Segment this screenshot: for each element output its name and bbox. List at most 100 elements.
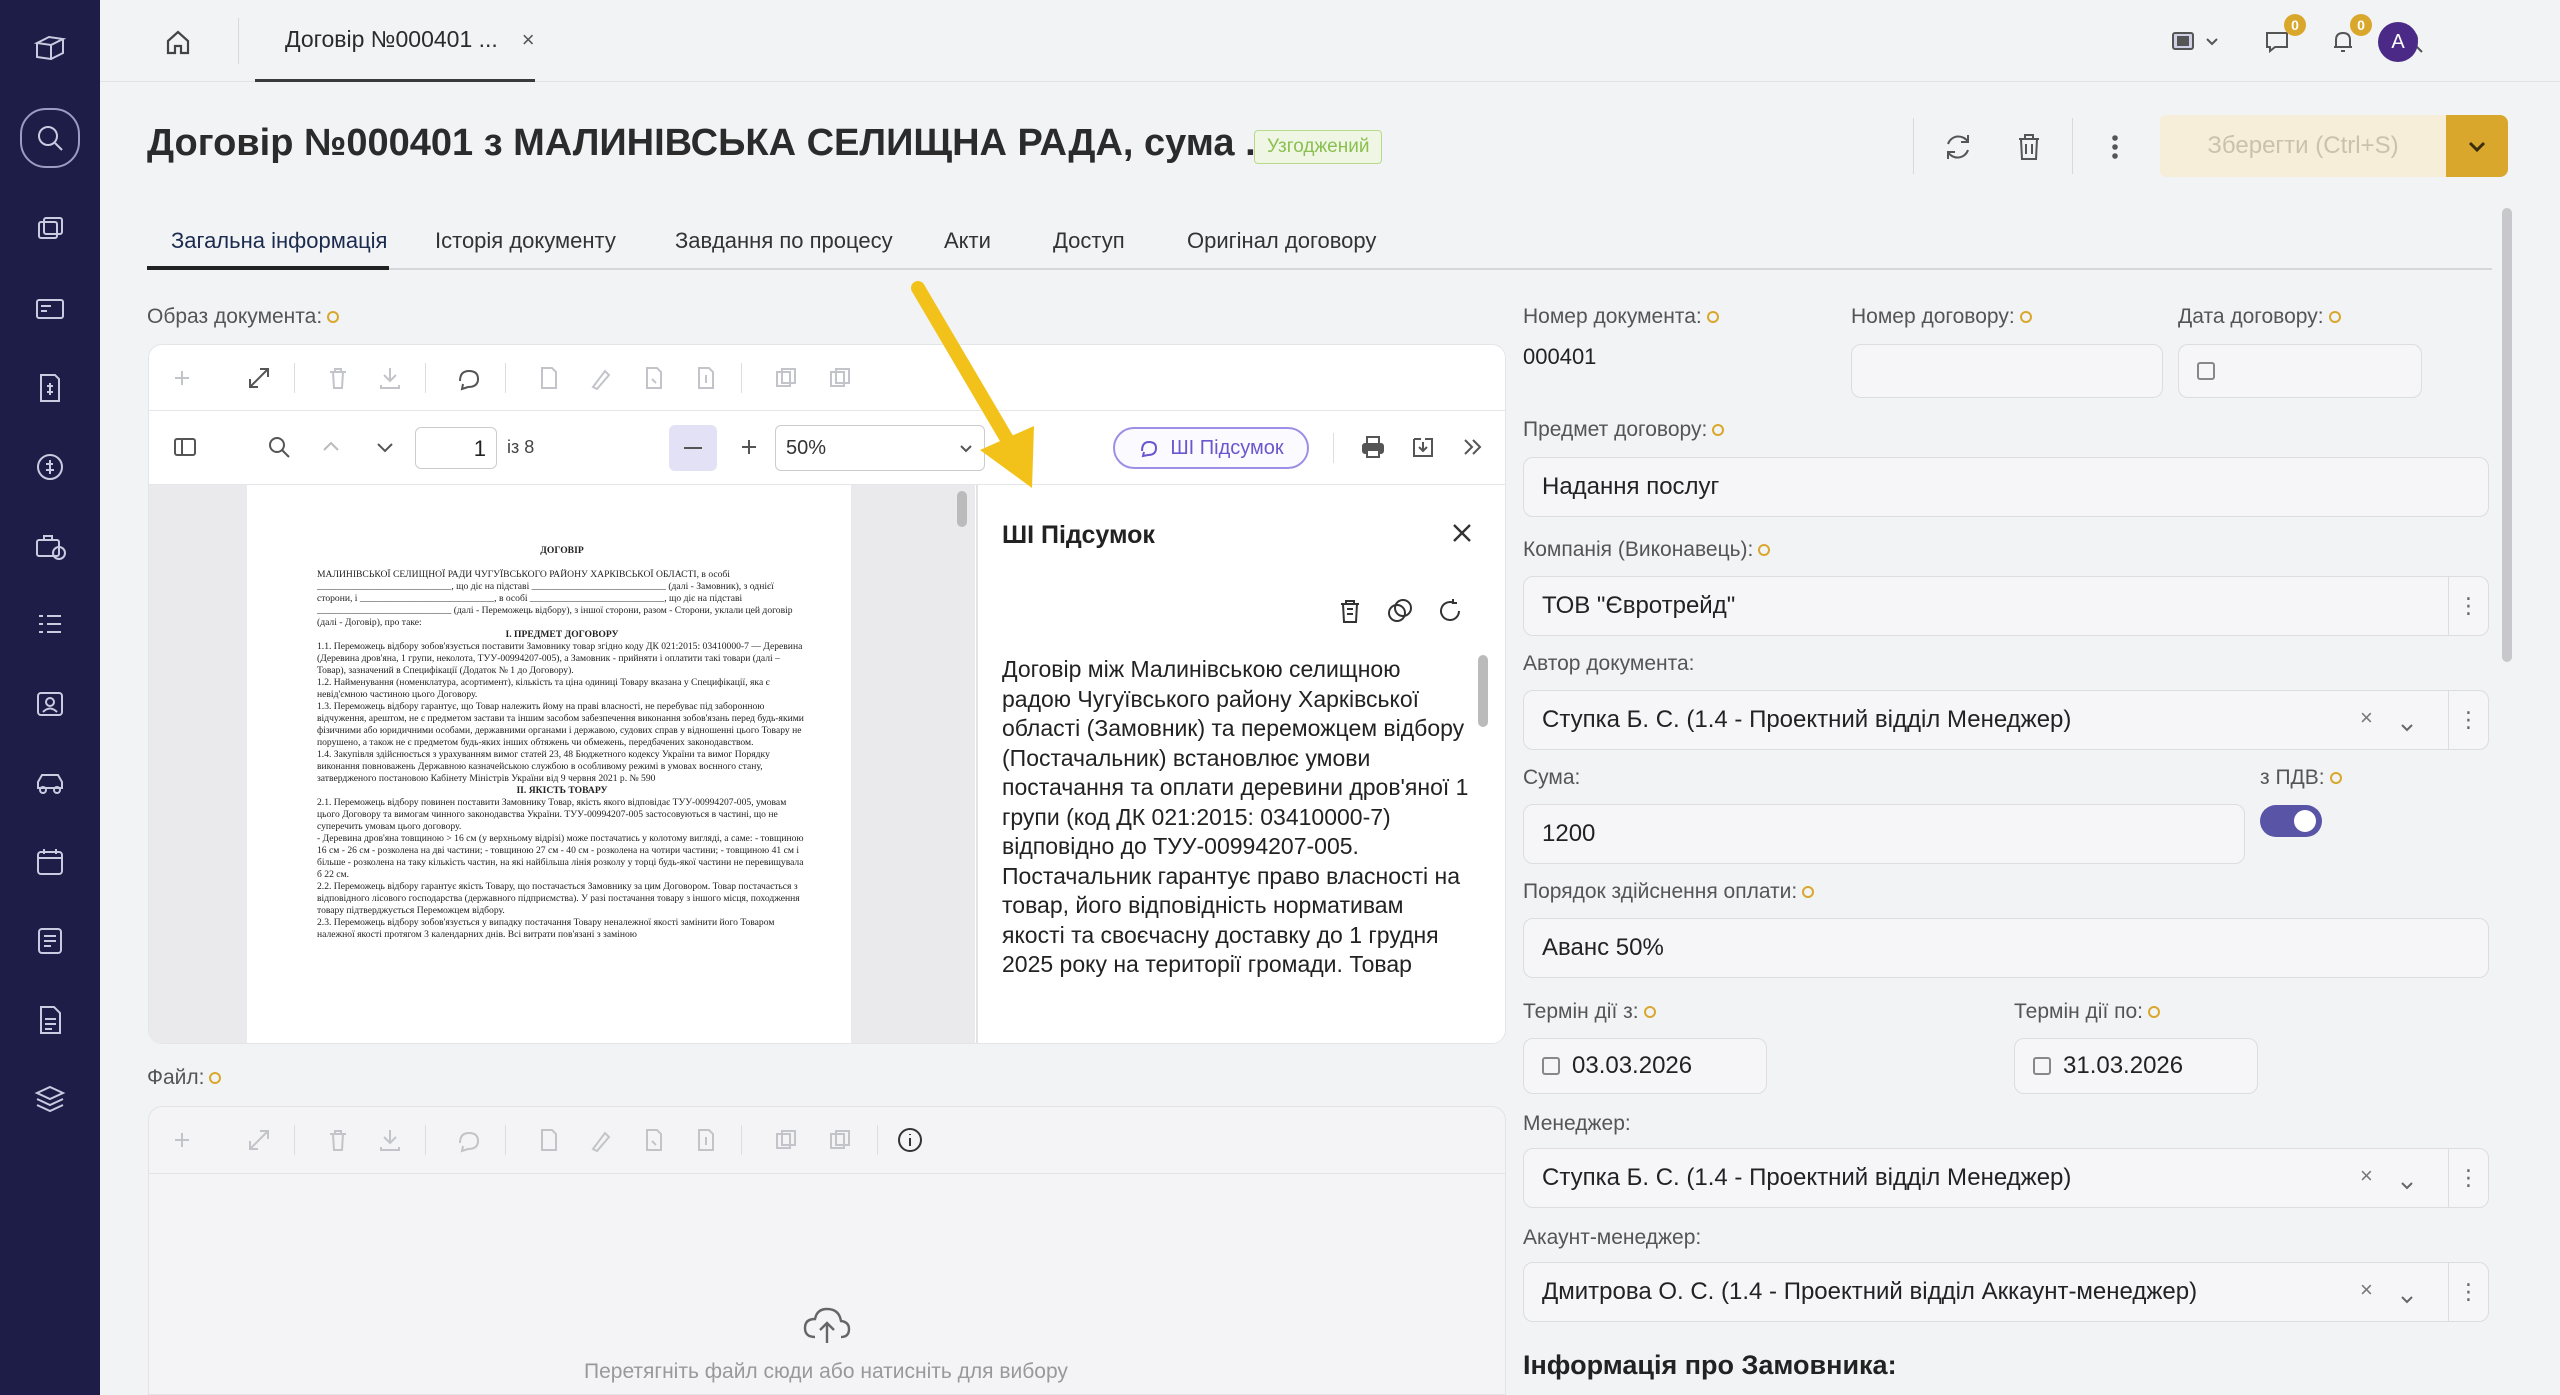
sum-field[interactable]: 1200 xyxy=(1523,804,2245,864)
pen-icon[interactable] xyxy=(587,1125,617,1155)
rail-calendar-icon[interactable] xyxy=(24,836,76,888)
stamp-icon[interactable] xyxy=(639,363,669,393)
add-icon[interactable] xyxy=(167,363,197,393)
info-icon[interactable] xyxy=(895,1125,925,1155)
rail-report-icon[interactable] xyxy=(24,994,76,1046)
subject-field[interactable]: Надання послуг xyxy=(1523,457,2489,517)
add-icon[interactable] xyxy=(167,1125,197,1155)
tab-process-tasks[interactable]: Завдання по процесу xyxy=(675,228,893,254)
ai-regenerate-icon[interactable] xyxy=(1434,595,1468,629)
pen-icon[interactable] xyxy=(587,363,617,393)
home-icon[interactable] xyxy=(158,22,198,62)
chevron-down-icon[interactable] xyxy=(2400,1285,2414,1304)
rail-contacts-icon[interactable] xyxy=(24,678,76,730)
author-options-icon[interactable]: ⋮ xyxy=(2448,691,2488,749)
download-icon[interactable] xyxy=(375,363,405,393)
manager-options-icon[interactable]: ⋮ xyxy=(2448,1149,2488,1207)
zoom-out-button[interactable] xyxy=(669,425,717,471)
paste-icon[interactable] xyxy=(825,363,855,393)
expand-icon[interactable] xyxy=(244,1125,274,1155)
rail-tasks-icon[interactable] xyxy=(24,599,76,651)
bell-icon[interactable]: 0 xyxy=(2322,14,2372,62)
save-button[interactable]: Зберегти (Ctrl+S) xyxy=(2160,115,2446,177)
contract-date-field[interactable] xyxy=(2178,344,2422,398)
account-manager-select[interactable]: Дмитрова О. С. (1.4 - Проектний відділ А… xyxy=(1523,1262,2489,1322)
stamp-icon[interactable] xyxy=(639,1125,669,1155)
ai-icon[interactable] xyxy=(454,1125,484,1155)
chevron-down-icon[interactable] xyxy=(2400,713,2414,732)
chat-icon[interactable]: 0 xyxy=(2256,14,2306,62)
close-icon[interactable] xyxy=(1448,519,1478,549)
rail-documents-icon[interactable] xyxy=(24,204,76,256)
company-field[interactable]: ТОВ "Євротрейд" ⋮ xyxy=(1523,576,2489,636)
clear-icon[interactable]: × xyxy=(2360,1277,2373,1303)
app-logo-icon[interactable] xyxy=(24,22,76,74)
trash-icon[interactable] xyxy=(323,363,353,393)
expand-icon[interactable] xyxy=(244,363,274,393)
rail-briefcase-icon[interactable] xyxy=(24,520,76,572)
contract-number-field[interactable] xyxy=(1851,344,2163,398)
author-select[interactable]: Ступка Б. С. (1.4 - Проектний відділ Мен… xyxy=(1523,690,2489,750)
valid-to-field[interactable]: 31.03.2026 xyxy=(2014,1038,2258,1094)
save-file-icon[interactable] xyxy=(1409,433,1439,463)
manager-select[interactable]: Ступка Б. С. (1.4 - Проектний відділ Мен… xyxy=(1523,1148,2489,1208)
company-options-icon[interactable]: ⋮ xyxy=(2448,577,2488,635)
toolbar-divider xyxy=(294,1125,295,1155)
ai-icon[interactable] xyxy=(454,363,484,393)
pdf-page-area[interactable]: ДОГОВІР МАЛИНІВСЬКОЇ СЕЛИЩНОЇ РАДИ ЧУГУЇ… xyxy=(149,485,975,1043)
rail-finance-icon[interactable] xyxy=(24,441,76,493)
trash-icon[interactable] xyxy=(323,1125,353,1155)
rail-layers-icon[interactable] xyxy=(24,1073,76,1125)
clear-icon[interactable]: × xyxy=(2360,705,2373,731)
print-icon[interactable] xyxy=(1359,433,1389,463)
lock-icon xyxy=(327,311,340,324)
paste-icon[interactable] xyxy=(825,1125,855,1155)
payment-field[interactable]: Аванс 50% xyxy=(1523,918,2489,978)
refresh-icon[interactable] xyxy=(1935,124,1981,170)
tab-general-info[interactable]: Загальна інформація xyxy=(171,228,387,254)
page-number-input[interactable]: 1 xyxy=(415,427,497,469)
rail-car-icon[interactable] xyxy=(24,757,76,809)
ai-copy-icon[interactable] xyxy=(1384,595,1418,629)
copy-icon[interactable] xyxy=(771,1125,801,1155)
tab-document-history[interactable]: Історія документу xyxy=(435,228,616,254)
more-menu-icon[interactable] xyxy=(2092,124,2138,170)
ai-summary-scrollbar[interactable] xyxy=(1478,655,1488,727)
rail-search-icon[interactable] xyxy=(20,108,80,168)
tab-access[interactable]: Доступ xyxy=(1053,228,1125,254)
file-upload-box[interactable]: Перетягніть файл сюди або натисніть для … xyxy=(148,1106,1506,1395)
zoom-in-icon[interactable] xyxy=(735,433,765,463)
ai-delete-icon[interactable] xyxy=(1334,595,1368,629)
user-avatar[interactable]: A xyxy=(2378,22,2418,62)
export-icon[interactable] xyxy=(691,1125,721,1155)
tab-acts[interactable]: Акти xyxy=(944,228,991,254)
sidebar-toggle-icon[interactable] xyxy=(171,433,201,463)
tab-close-icon[interactable]: × xyxy=(522,27,535,53)
sign-icon[interactable] xyxy=(534,1125,564,1155)
workspace-switcher[interactable] xyxy=(2164,20,2224,62)
copy-icon[interactable] xyxy=(771,363,801,393)
tab-contract-original[interactable]: Оригінал договору xyxy=(1187,228,1376,254)
find-icon[interactable] xyxy=(265,433,295,463)
rail-invoice-icon[interactable] xyxy=(24,362,76,414)
account-manager-options-icon[interactable]: ⋮ xyxy=(2448,1263,2488,1321)
company-label: Компанія (Виконавець): xyxy=(1523,538,1771,562)
open-document-tab[interactable]: Договір №000401 ... × xyxy=(255,0,535,82)
form-scrollbar[interactable] xyxy=(2502,208,2512,662)
vat-toggle[interactable] xyxy=(2260,805,2322,837)
chevron-down-icon[interactable] xyxy=(2400,1171,2414,1190)
ai-summary-button[interactable]: ШІ Підсумок xyxy=(1113,427,1309,469)
more-tools-icon[interactable] xyxy=(1459,433,1489,463)
export-icon[interactable] xyxy=(691,363,721,393)
previous-page-icon[interactable] xyxy=(317,433,347,463)
delete-icon[interactable] xyxy=(2006,124,2052,170)
valid-from-field[interactable]: 03.03.2026 xyxy=(1523,1038,1767,1094)
upload-cloud-icon[interactable] xyxy=(799,1297,859,1357)
save-options-dropdown[interactable] xyxy=(2446,115,2508,177)
clear-icon[interactable]: × xyxy=(2360,1163,2373,1189)
rail-notes-icon[interactable] xyxy=(24,915,76,967)
sign-icon[interactable] xyxy=(534,363,564,393)
rail-payments-icon[interactable] xyxy=(24,283,76,335)
next-page-icon[interactable] xyxy=(371,433,401,463)
download-icon[interactable] xyxy=(375,1125,405,1155)
